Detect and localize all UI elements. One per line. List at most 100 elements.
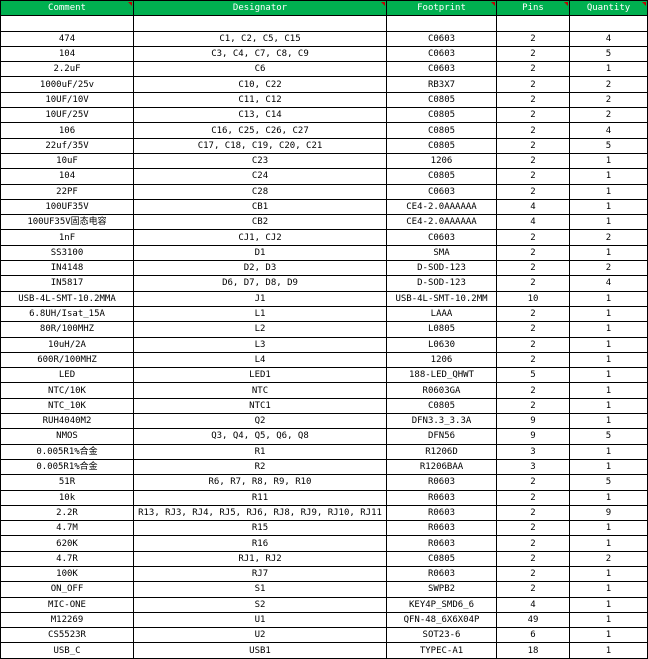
cell-comment[interactable]: ON_OFF: [0, 581, 134, 598]
cell-quantity[interactable]: 2: [569, 229, 648, 246]
cell-comment[interactable]: MIC-ONE: [0, 596, 134, 613]
cell-footprint[interactable]: QFN-48_6X6X04P: [386, 611, 497, 629]
cell-quantity[interactable]: 5: [569, 428, 648, 445]
cell-designator[interactable]: D6, D7, D8, D9: [133, 275, 387, 292]
cell-pins[interactable]: 2: [496, 45, 570, 63]
cell-comment[interactable]: NMOS: [0, 428, 134, 445]
cell-designator[interactable]: L2: [133, 321, 387, 338]
cell-designator[interactable]: CJ1, CJ2: [133, 229, 387, 246]
cell-comment[interactable]: 22uf/35V: [0, 137, 134, 154]
cell-designator[interactable]: LED1: [133, 367, 387, 384]
cell-comment[interactable]: 4.7R: [0, 550, 134, 567]
cell-footprint[interactable]: R0603: [386, 474, 497, 491]
cell-designator[interactable]: L1: [133, 305, 387, 323]
cell-comment[interactable]: 10uF: [0, 152, 134, 170]
cell-footprint[interactable]: C0805: [386, 91, 497, 109]
cell-comment[interactable]: 22PF: [0, 183, 134, 200]
cell-quantity[interactable]: 1: [569, 520, 648, 537]
cell-quantity[interactable]: 4: [569, 122, 648, 139]
cell-footprint[interactable]: C0603: [386, 183, 497, 200]
cell-quantity[interactable]: 1: [569, 443, 648, 460]
cell-pins[interactable]: [496, 15, 570, 32]
cell-footprint[interactable]: D-SOD-123: [386, 275, 497, 292]
cell-comment[interactable]: USB_C: [0, 642, 134, 659]
cell-footprint[interactable]: C0805: [386, 107, 497, 124]
cell-footprint[interactable]: KEY4P_SMD6_6: [386, 596, 497, 613]
cell-comment[interactable]: 100UF35V固态电容: [0, 214, 134, 231]
cell-designator[interactable]: C24: [133, 168, 387, 185]
cell-pins[interactable]: 2: [496, 550, 570, 567]
cell-designator[interactable]: R13, RJ3, RJ4, RJ5, RJ6, RJ8, RJ9, RJ10,…: [133, 504, 387, 522]
cell-quantity[interactable]: 1: [569, 244, 648, 262]
cell-comment[interactable]: [0, 15, 134, 32]
cell-comment[interactable]: 620K: [0, 535, 134, 552]
cell-footprint[interactable]: TYPEC-A1: [386, 642, 497, 659]
cell-designator[interactable]: R15: [133, 520, 387, 537]
cell-footprint[interactable]: 188-LED_QHWT: [386, 367, 497, 384]
cell-footprint[interactable]: R0603: [386, 565, 497, 583]
cell-comment[interactable]: 100UF35V: [0, 198, 134, 216]
cell-comment[interactable]: RUH4040M2: [0, 413, 134, 430]
cell-pins[interactable]: 2: [496, 229, 570, 246]
cell-designator[interactable]: R16: [133, 535, 387, 552]
cell-pins[interactable]: 2: [496, 382, 570, 399]
cell-pins[interactable]: 6: [496, 627, 570, 644]
cell-footprint[interactable]: 1206: [386, 351, 497, 369]
cell-footprint[interactable]: R0603: [386, 504, 497, 522]
cell-comment[interactable]: 600R/100MHZ: [0, 351, 134, 369]
cell-pins[interactable]: 2: [496, 183, 570, 200]
cell-quantity[interactable]: 1: [569, 489, 648, 506]
cell-designator[interactable]: C6: [133, 61, 387, 78]
cell-quantity[interactable]: 1: [569, 183, 648, 200]
cell-quantity[interactable]: 1: [569, 152, 648, 170]
cell-designator[interactable]: RJ7: [133, 565, 387, 583]
cell-designator[interactable]: R6, R7, R8, R9, R10: [133, 474, 387, 491]
cell-comment[interactable]: NTC_10K: [0, 397, 134, 415]
cell-pins[interactable]: 2: [496, 107, 570, 124]
cell-footprint[interactable]: D-SOD-123: [386, 260, 497, 277]
cell-quantity[interactable]: 4: [569, 275, 648, 292]
cell-pins[interactable]: 2: [496, 122, 570, 139]
cell-footprint[interactable]: RB3X7: [386, 76, 497, 93]
column-header-designator[interactable]: Designator: [133, 0, 387, 17]
cell-designator[interactable]: [133, 15, 387, 32]
cell-designator[interactable]: C1, C2, C5, C15: [133, 30, 387, 47]
cell-footprint[interactable]: R0603: [386, 535, 497, 552]
cell-comment[interactable]: SS3100: [0, 244, 134, 262]
cell-comment[interactable]: 1000uF/25v: [0, 76, 134, 93]
cell-footprint[interactable]: C0603: [386, 45, 497, 63]
cell-quantity[interactable]: 1: [569, 321, 648, 338]
cell-quantity[interactable]: 2: [569, 107, 648, 124]
cell-quantity[interactable]: 1: [569, 413, 648, 430]
cell-footprint[interactable]: 1206: [386, 152, 497, 170]
cell-comment[interactable]: 1nF: [0, 229, 134, 246]
column-header-footprint[interactable]: Footprint: [386, 0, 497, 17]
cell-pins[interactable]: 2: [496, 535, 570, 552]
cell-quantity[interactable]: 2: [569, 550, 648, 567]
cell-comment[interactable]: CS5523R: [0, 627, 134, 644]
cell-quantity[interactable]: 1: [569, 642, 648, 659]
cell-footprint[interactable]: SMA: [386, 244, 497, 262]
cell-designator[interactable]: C16, C25, C26, C27: [133, 122, 387, 139]
cell-pins[interactable]: 2: [496, 275, 570, 292]
cell-designator[interactable]: CB2: [133, 214, 387, 231]
cell-designator[interactable]: NTC: [133, 382, 387, 399]
cell-comment[interactable]: 2.2uF: [0, 61, 134, 78]
cell-pins[interactable]: 2: [496, 91, 570, 109]
cell-footprint[interactable]: CE4-2.0AAAAAA: [386, 214, 497, 231]
cell-pins[interactable]: 2: [496, 260, 570, 277]
cell-footprint[interactable]: LAAA: [386, 305, 497, 323]
cell-pins[interactable]: 9: [496, 413, 570, 430]
cell-designator[interactable]: C10, C22: [133, 76, 387, 93]
cell-comment[interactable]: 6.8UH/Isat_15A: [0, 305, 134, 323]
cell-quantity[interactable]: 1: [569, 61, 648, 78]
cell-footprint[interactable]: R0603GA: [386, 382, 497, 399]
cell-designator[interactable]: USB1: [133, 642, 387, 659]
cell-footprint[interactable]: R0603: [386, 489, 497, 506]
cell-quantity[interactable]: 1: [569, 458, 648, 476]
cell-pins[interactable]: 4: [496, 596, 570, 613]
cell-quantity[interactable]: 1: [569, 596, 648, 613]
cell-designator[interactable]: C13, C14: [133, 107, 387, 124]
cell-pins[interactable]: 2: [496, 137, 570, 154]
cell-quantity[interactable]: 1: [569, 535, 648, 552]
